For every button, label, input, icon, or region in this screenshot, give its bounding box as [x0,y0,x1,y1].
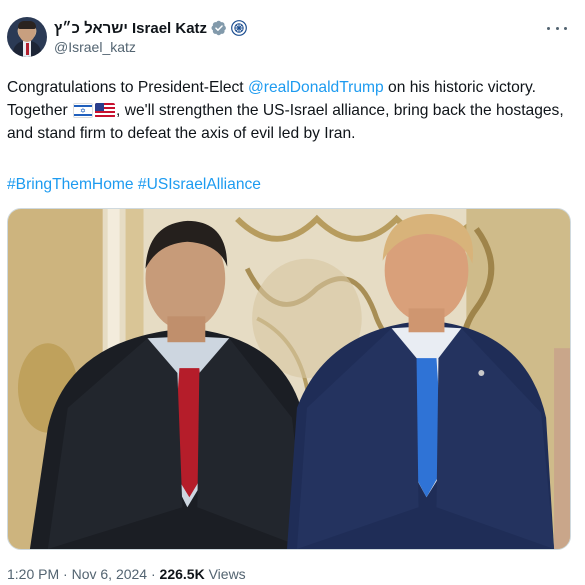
tweet: ישראל כ״ץ Israel Katz @Israel_katz Congr… [0,0,585,585]
author-handle[interactable]: @Israel_katz [54,39,136,55]
tweet-meta: 1:20 PM · Nov 6, 2024 · 226.5K Views [7,566,246,582]
meta-separator: · [59,566,72,582]
tweet-photo[interactable] [7,208,571,550]
hashtag-link[interactable]: #BringThemHome [7,176,134,193]
hashtag-link[interactable]: #USIsraelAlliance [138,176,261,193]
photo-illustration [8,209,570,549]
author-display-name[interactable]: ישראל כ״ץ Israel Katz [54,20,207,37]
israel-flag-icon: ✡ [73,103,94,118]
avatar-hair [18,21,36,29]
hashtag-row: #BringThemHome #USIsraelAlliance [7,173,261,196]
us-flag-icon [95,103,116,118]
tweet-text: Congratulations to President-Elect @real… [7,76,567,145]
government-emblem-icon[interactable] [231,20,247,36]
avatar[interactable] [7,17,47,57]
author-name-row: ישראל כ״ץ Israel Katz [54,18,247,38]
avatar-tie [25,43,29,55]
tweet-text-part: Congratulations to President-Elect [7,79,248,96]
tweet-date[interactable]: Nov 6, 2024 [72,566,148,582]
views-label: Views [204,566,246,582]
verified-badge-icon[interactable] [211,20,227,36]
meta-separator: · [147,566,160,582]
mention-link[interactable]: @realDonaldTrump [248,79,384,96]
views-count[interactable]: 226.5K [160,566,205,582]
tweet-time[interactable]: 1:20 PM [7,566,59,582]
more-options-icon[interactable] [547,22,567,34]
